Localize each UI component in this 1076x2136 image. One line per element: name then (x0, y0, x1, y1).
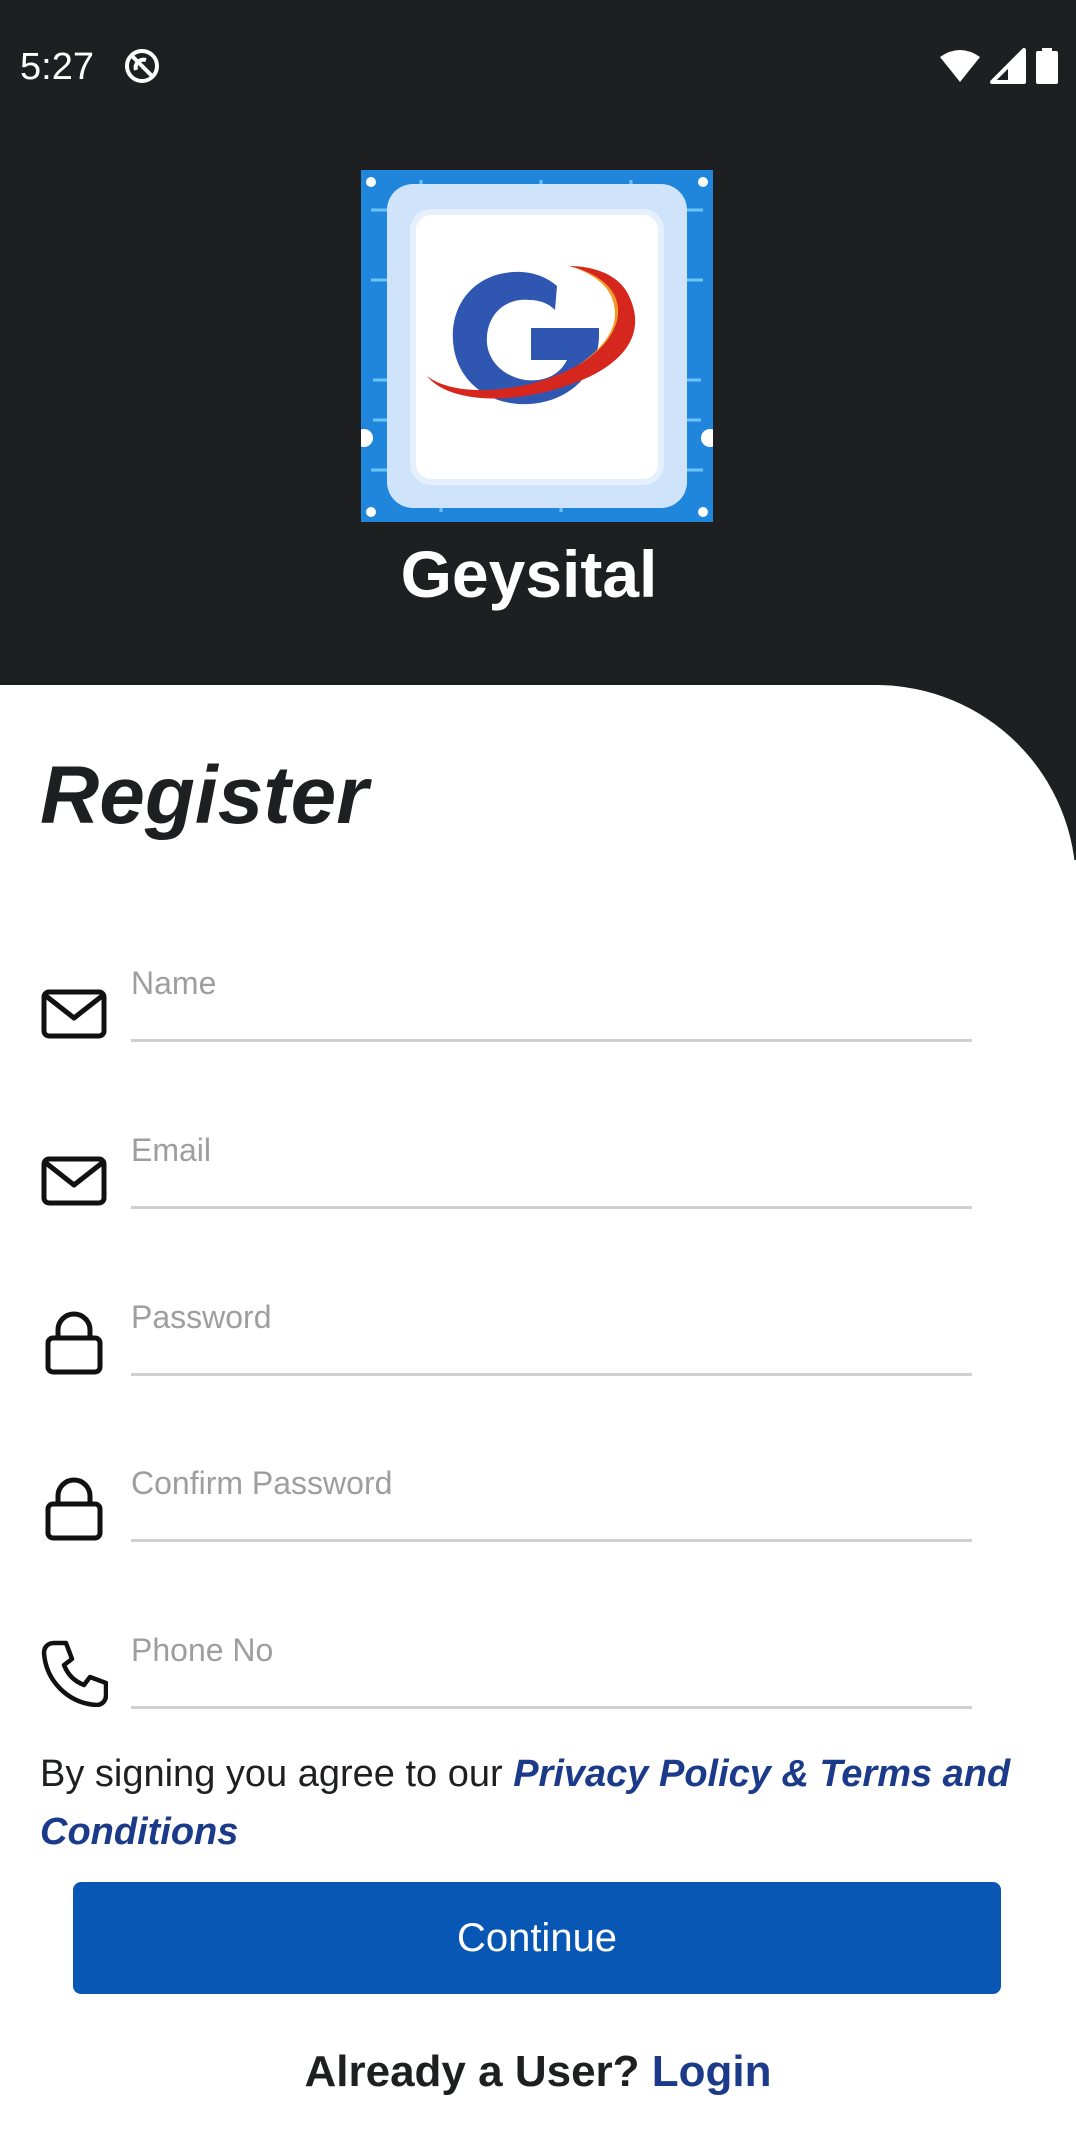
lock-icon (45, 1477, 103, 1541)
agreement-prefix: By signing you agree to our (40, 1753, 514, 1795)
wifi-icon (940, 50, 980, 82)
status-bar: 5:27 (0, 0, 1076, 132)
status-time: 5:27 (20, 46, 94, 88)
name-field (0, 962, 1076, 1092)
email-field (0, 1129, 1076, 1259)
signal-icon (990, 48, 1026, 84)
name-input[interactable] (131, 962, 972, 1042)
status-icons (940, 48, 1058, 84)
login-prompt-text: Already a User? (304, 2047, 652, 2096)
login-link[interactable]: Login (652, 2047, 772, 2096)
page-title: Register (40, 750, 369, 841)
continue-button[interactable]: Continue (73, 1882, 1001, 1994)
mail-icon (41, 1156, 107, 1206)
phone-icon (41, 1640, 108, 1707)
confirm-password-input[interactable] (131, 1462, 972, 1542)
mail-icon (41, 989, 107, 1039)
login-prompt: Already a User? Login (0, 2044, 1076, 2100)
phone-input[interactable] (131, 1629, 972, 1709)
email-input[interactable] (131, 1129, 972, 1209)
register-screen: 5:27 Geysital Register Name Email Phone … (0, 0, 1076, 2136)
battery-icon (1036, 48, 1058, 84)
password-input[interactable] (131, 1296, 972, 1376)
geysital-logo (361, 170, 713, 522)
agreement-text: By signing you agree to our Privacy Poli… (40, 1745, 1040, 1861)
app-name: Geysital (400, 537, 658, 611)
confirm-password-field (0, 1462, 1076, 1592)
dnd-icon (125, 49, 159, 83)
lock-icon (45, 1311, 103, 1375)
password-field (0, 1296, 1076, 1426)
phone-field (0, 1629, 1076, 1759)
